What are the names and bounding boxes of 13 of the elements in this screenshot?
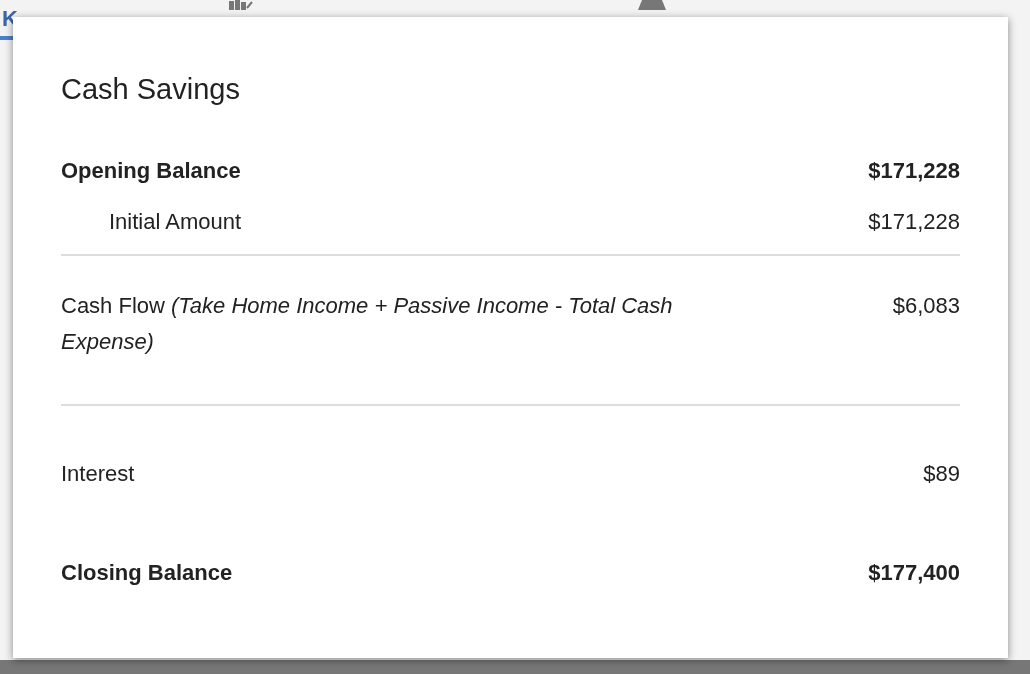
row-label: Opening Balance (61, 157, 241, 185)
row-amount: $6,083 (892, 292, 960, 320)
row-amount: $177,400 (868, 559, 960, 587)
row-label: Cash Flow (Take Home Income + Passive Income - Total Cash Expense) (61, 292, 674, 356)
row-amount: $171,228 (868, 157, 960, 185)
row-label: Interest (61, 460, 135, 488)
row-label: Initial Amount (109, 208, 242, 236)
row-amount: $89 (923, 460, 960, 488)
row-label: Closing Balance (61, 559, 233, 587)
row-amount: $171,228 (868, 208, 960, 236)
bag-icon (638, 0, 666, 10)
chart-icon (228, 0, 254, 10)
dialog-title: Cash Savings (61, 72, 241, 107)
